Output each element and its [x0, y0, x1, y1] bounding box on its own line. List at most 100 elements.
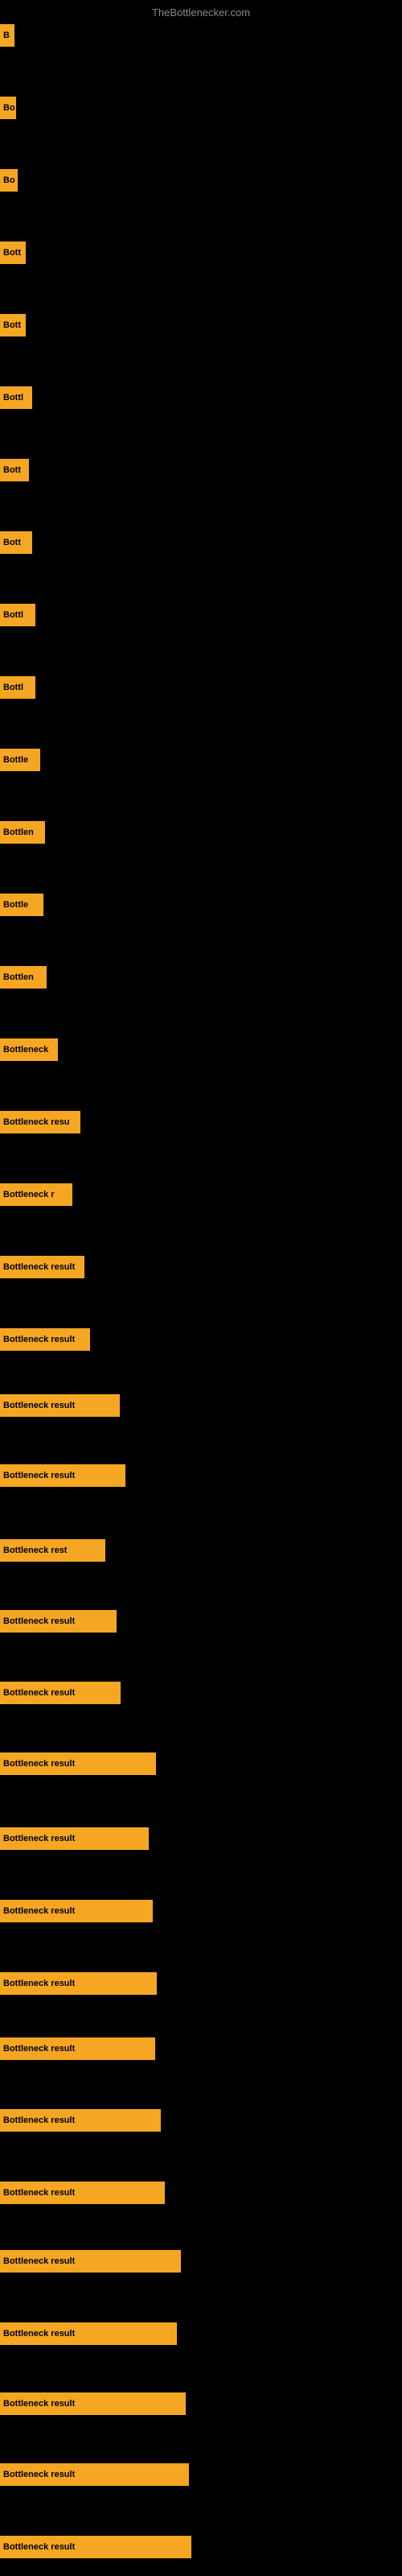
bar-label-17: Bottleneck r: [3, 1190, 55, 1199]
bar-label-27: Bottleneck result: [3, 1906, 75, 1916]
bar-label-1: B: [3, 31, 10, 40]
bar-label-35: Bottleneck result: [3, 2470, 75, 2479]
bar-label-6: Bottl: [3, 393, 23, 402]
bar-6: Bottl: [0, 386, 32, 409]
bar-label-14: Bottlen: [3, 972, 34, 982]
list-item: Bott: [0, 531, 32, 554]
list-item: Bo: [0, 97, 16, 119]
bar-19: Bottleneck result: [0, 1328, 90, 1351]
list-item: Bott: [0, 314, 26, 336]
bar-label-12: Bottlen: [3, 828, 34, 837]
bar-8: Bott: [0, 531, 32, 554]
bar-label-4: Bott: [3, 248, 21, 258]
list-item: Bott: [0, 459, 29, 481]
list-item: Bottl: [0, 676, 35, 699]
list-item: B: [0, 24, 14, 47]
bar-16: Bottleneck resu: [0, 1111, 80, 1133]
bar-17: Bottleneck r: [0, 1183, 72, 1206]
bar-label-23: Bottleneck result: [3, 1616, 75, 1626]
list-item: Bottl: [0, 604, 35, 626]
bar-label-31: Bottleneck result: [3, 2188, 75, 2198]
bar-21: Bottleneck result: [0, 1464, 125, 1487]
list-item: Bott: [0, 242, 26, 264]
bar-15: Bottleneck: [0, 1038, 58, 1061]
bar-label-29: Bottleneck result: [3, 2044, 75, 2054]
list-item: Bottleneck result: [0, 1827, 149, 1850]
list-item: Bottle: [0, 894, 43, 916]
bar-label-28: Bottleneck result: [3, 1979, 75, 1988]
bar-14: Bottlen: [0, 966, 47, 989]
bar-36: Bottleneck result: [0, 2536, 191, 2558]
bar-label-5: Bott: [3, 320, 21, 330]
bar-label-24: Bottleneck result: [3, 1688, 75, 1698]
list-item: Bottleneck result: [0, 2536, 191, 2558]
bar-label-2: Bo: [3, 103, 15, 113]
bar-label-26: Bottleneck result: [3, 1834, 75, 1843]
bar-label-11: Bottle: [3, 755, 28, 765]
bar-31: Bottleneck result: [0, 2182, 165, 2204]
list-item: Bottleneck result: [0, 1464, 125, 1487]
list-item: Bottleneck result: [0, 1328, 90, 1351]
list-item: Bottleneck result: [0, 1682, 121, 1704]
bar-label-32: Bottleneck result: [3, 2256, 75, 2266]
bar-label-8: Bott: [3, 538, 21, 547]
list-item: Bottle: [0, 749, 40, 771]
bar-27: Bottleneck result: [0, 1900, 153, 1922]
list-item: Bottleneck result: [0, 2322, 177, 2345]
bar-28: Bottleneck result: [0, 1972, 157, 1995]
bar-24: Bottleneck result: [0, 1682, 121, 1704]
bar-5: Bott: [0, 314, 26, 336]
list-item: Bottleneck rest: [0, 1539, 105, 1562]
bar-1: B: [0, 24, 14, 47]
list-item: Bottleneck result: [0, 1256, 84, 1278]
bar-label-21: Bottleneck result: [3, 1471, 75, 1480]
list-item: Bottl: [0, 386, 32, 409]
bar-22: Bottleneck rest: [0, 1539, 105, 1562]
bar-34: Bottleneck result: [0, 2392, 186, 2415]
bar-label-15: Bottleneck: [3, 1045, 48, 1055]
bar-label-13: Bottle: [3, 900, 28, 910]
bar-30: Bottleneck result: [0, 2109, 161, 2132]
bar-4: Bott: [0, 242, 26, 264]
bar-12: Bottlen: [0, 821, 45, 844]
bar-18: Bottleneck result: [0, 1256, 84, 1278]
bar-label-30: Bottleneck result: [3, 2116, 75, 2125]
bar-label-20: Bottleneck result: [3, 1401, 75, 1410]
bar-label-19: Bottleneck result: [3, 1335, 75, 1344]
bar-32: Bottleneck result: [0, 2250, 181, 2273]
bar-25: Bottleneck result: [0, 1752, 156, 1775]
site-title: TheBottlenecker.com: [152, 6, 250, 19]
bar-label-3: Bo: [3, 175, 15, 185]
bar-label-22: Bottleneck rest: [3, 1546, 67, 1555]
list-item: Bottleneck result: [0, 2109, 161, 2132]
list-item: Bottleneck result: [0, 2037, 155, 2060]
list-item: Bottlen: [0, 821, 45, 844]
bar-23: Bottleneck result: [0, 1610, 117, 1633]
bar-10: Bottl: [0, 676, 35, 699]
list-item: Bottleneck result: [0, 2182, 165, 2204]
list-item: Bottleneck result: [0, 1972, 157, 1995]
list-item: Bottleneck result: [0, 1610, 117, 1633]
list-item: Bottleneck r: [0, 1183, 72, 1206]
list-item: Bottleneck result: [0, 2463, 189, 2486]
list-item: Bo: [0, 169, 18, 192]
list-item: Bottleneck result: [0, 2250, 181, 2273]
bar-label-33: Bottleneck result: [3, 2329, 75, 2339]
bar-20: Bottleneck result: [0, 1394, 120, 1417]
bar-label-7: Bott: [3, 465, 21, 475]
bar-label-16: Bottleneck resu: [3, 1117, 70, 1127]
bar-13: Bottle: [0, 894, 43, 916]
bar-label-25: Bottleneck result: [3, 1759, 75, 1769]
bar-26: Bottleneck result: [0, 1827, 149, 1850]
bar-2: Bo: [0, 97, 16, 119]
bar-35: Bottleneck result: [0, 2463, 189, 2486]
list-item: Bottleneck result: [0, 1900, 153, 1922]
bar-label-9: Bottl: [3, 610, 23, 620]
bar-label-18: Bottleneck result: [3, 1262, 75, 1272]
bar-label-34: Bottleneck result: [3, 2399, 75, 2409]
list-item: Bottleneck result: [0, 1394, 120, 1417]
bar-3: Bo: [0, 169, 18, 192]
list-item: Bottlen: [0, 966, 47, 989]
bar-7: Bott: [0, 459, 29, 481]
bar-label-10: Bottl: [3, 683, 23, 692]
